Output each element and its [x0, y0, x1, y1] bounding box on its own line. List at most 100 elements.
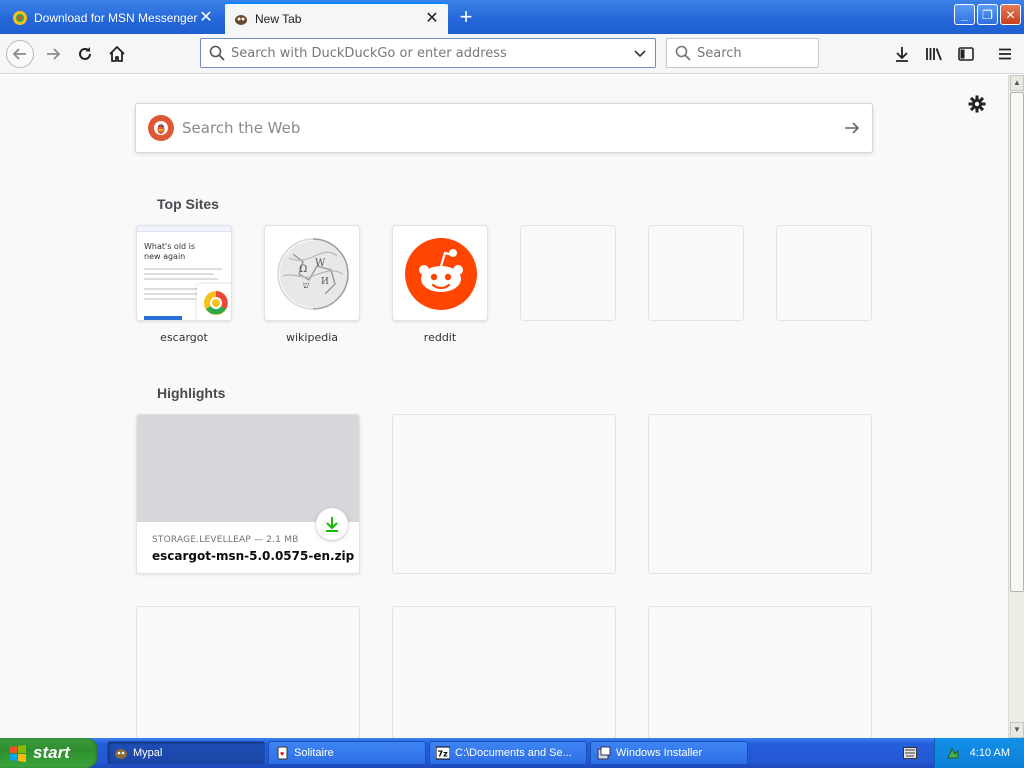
svg-text:♥: ♥ — [280, 751, 284, 758]
back-button[interactable] — [6, 40, 34, 68]
taskbar-item-label: Solitaire — [294, 747, 334, 759]
restore-button[interactable]: ❐ — [977, 4, 998, 25]
taskbar-item-7zip[interactable]: 7z C:\Documents and Se... — [429, 741, 587, 765]
start-button[interactable]: start — [0, 738, 98, 768]
reddit-alien-icon — [405, 238, 477, 310]
taskbar-item-label: Mypal — [133, 747, 163, 759]
address-bar[interactable] — [200, 38, 656, 68]
highlight-source: STORAGE.LEVELLEAP — 2.1 MB — [152, 535, 299, 545]
highlight-card-empty — [136, 606, 360, 738]
highlight-filename: escargot-msn-5.0.0575-en.zip — [152, 549, 355, 563]
system-tray: 4:10 AM — [934, 738, 1024, 768]
clock: 4:10 AM — [969, 747, 1010, 759]
wikipedia-globe-icon: Ω W И ש — [276, 237, 349, 311]
highlight-card-empty — [648, 414, 872, 574]
home-button[interactable] — [103, 40, 131, 68]
search-icon — [675, 45, 691, 61]
download-icon — [896, 47, 908, 62]
top-site-tile-reddit[interactable] — [392, 225, 488, 321]
svg-text:Ω: Ω — [299, 264, 307, 275]
svg-text:7z: 7z — [438, 750, 449, 759]
gear-icon[interactable] — [967, 94, 987, 114]
top-site-label: wikipedia — [285, 331, 338, 344]
sidebar-button[interactable] — [952, 40, 980, 68]
top-site-label: escargot — [160, 331, 208, 344]
highlight-card-empty — [392, 606, 616, 738]
web-search-input[interactable] — [182, 119, 832, 137]
minimize-button[interactable]: _ — [954, 4, 975, 25]
svg-text:W: W — [315, 258, 326, 269]
reload-button[interactable] — [71, 40, 99, 68]
forward-arrow-icon — [47, 48, 61, 60]
highlight-card-empty — [648, 606, 872, 738]
new-tab-page: Top Sites What's old is new again escarg… — [0, 75, 1008, 738]
thumbnail-heading: What's old is new again — [144, 242, 196, 261]
search-go-button[interactable] — [832, 108, 872, 148]
download-badge — [316, 508, 348, 540]
library-icon — [926, 48, 942, 61]
scroll-thumb[interactable] — [1010, 92, 1024, 592]
tab-close-icon[interactable]: ✕ — [198, 10, 214, 26]
scroll-down-button[interactable]: ▼ — [1010, 722, 1024, 738]
highlight-card-empty — [392, 414, 616, 574]
highlight-card-download[interactable]: STORAGE.LEVELLEAP — 2.1 MB escargot-msn-… — [136, 414, 360, 574]
top-site-tile-empty[interactable] — [520, 225, 616, 321]
tray-app-icon[interactable] — [946, 746, 960, 760]
top-site-tile-escargot[interactable]: What's old is new again — [136, 225, 232, 321]
window-controls: _ ❐ ✕ — [954, 4, 1021, 25]
mypal-favicon-icon — [235, 15, 247, 25]
tab-strip: Download for MSN Messenger | Esc ✕ New T… — [0, 0, 1024, 34]
url-input[interactable] — [231, 45, 633, 61]
download-icon — [326, 517, 338, 532]
svg-text:И: И — [321, 277, 329, 287]
new-tab-button[interactable]: + — [452, 4, 480, 30]
escargot-logo-icon — [197, 284, 231, 320]
mypal-icon — [115, 749, 127, 759]
taskbar-item-windows-installer[interactable]: Windows Installer — [590, 741, 748, 765]
svg-text:ש: ש — [303, 281, 310, 291]
forward-button[interactable] — [39, 40, 67, 68]
search-icon — [209, 45, 225, 61]
back-arrow-icon — [12, 48, 26, 60]
duckduckgo-logo-icon — [148, 115, 174, 141]
top-site-tile-empty[interactable] — [648, 225, 744, 321]
solitaire-icon: ♥ — [277, 746, 288, 760]
tab-download-msn[interactable]: Download for MSN Messenger | Esc ✕ — [4, 2, 222, 34]
top-site-label: reddit — [423, 331, 457, 344]
taskbar-item-solitaire[interactable]: ♥ Solitaire — [268, 741, 426, 765]
taskbar-item-label: Windows Installer — [616, 747, 703, 759]
search-bar[interactable] — [666, 38, 819, 68]
escargot-favicon-icon — [13, 11, 27, 25]
top-site-tile-empty[interactable] — [776, 225, 872, 321]
highlights-heading: Highlights — [157, 385, 226, 401]
top-site-tile-wikipedia[interactable]: Ω W И ש — [264, 225, 360, 321]
windows-flag-icon — [10, 744, 26, 763]
home-icon — [109, 46, 125, 62]
arrow-right-icon — [845, 122, 860, 134]
reload-icon — [79, 47, 91, 60]
navigation-toolbar — [0, 34, 1024, 74]
taskbar-item-mypal[interactable]: Mypal — [107, 741, 265, 765]
library-button[interactable] — [920, 40, 948, 68]
top-sites-heading: Top Sites — [157, 196, 219, 212]
tab-close-icon[interactable]: ✕ — [424, 11, 440, 27]
tab-title: New Tab — [255, 12, 302, 26]
close-window-button[interactable]: ✕ — [1000, 4, 1021, 25]
taskbar-item-label: C:\Documents and Se... — [455, 747, 572, 759]
start-label: start — [33, 743, 70, 762]
search-input[interactable] — [697, 45, 818, 61]
tab-title: Download for MSN Messenger | Esc — [34, 11, 198, 25]
scroll-up-button[interactable]: ▲ — [1010, 75, 1024, 91]
highlight-thumbnail — [137, 415, 359, 522]
chevron-down-icon[interactable] — [633, 46, 647, 60]
hamburger-menu-icon — [999, 48, 1011, 60]
7zip-icon: 7z — [436, 746, 450, 760]
menu-button[interactable] — [991, 40, 1019, 68]
installer-icon — [597, 746, 611, 760]
keyboard-icon[interactable] — [903, 747, 917, 759]
downloads-button[interactable] — [888, 40, 916, 68]
web-search-box[interactable] — [135, 103, 873, 153]
tab-new-tab[interactable]: New Tab ✕ — [225, 2, 448, 34]
sidebar-icon — [958, 47, 974, 61]
vertical-scrollbar[interactable]: ▲ ▼ — [1008, 75, 1024, 738]
